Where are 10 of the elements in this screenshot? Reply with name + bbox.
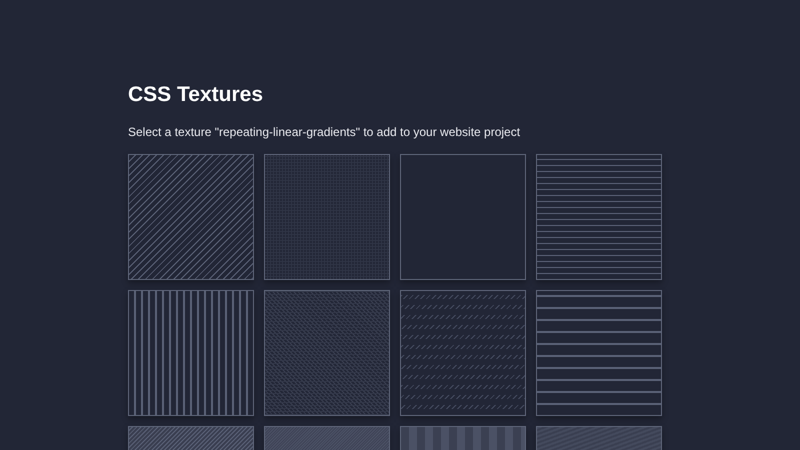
- horizontal-bands-texture[interactable]: [536, 290, 662, 416]
- page-subtitle: Select a texture "repeating-linear-gradients" to add to your website project: [128, 124, 522, 140]
- diagonal-stripes-texture[interactable]: [128, 154, 254, 280]
- dashed-diagonal-texture[interactable]: [400, 290, 526, 416]
- woven-texture[interactable]: [264, 290, 390, 416]
- horizontal-lines-texture[interactable]: [536, 154, 662, 280]
- vertical-lines-texture[interactable]: [128, 290, 254, 416]
- plain-texture[interactable]: [400, 154, 526, 280]
- page-title: CSS Textures: [128, 82, 264, 108]
- dot-grid-texture[interactable]: [264, 154, 390, 280]
